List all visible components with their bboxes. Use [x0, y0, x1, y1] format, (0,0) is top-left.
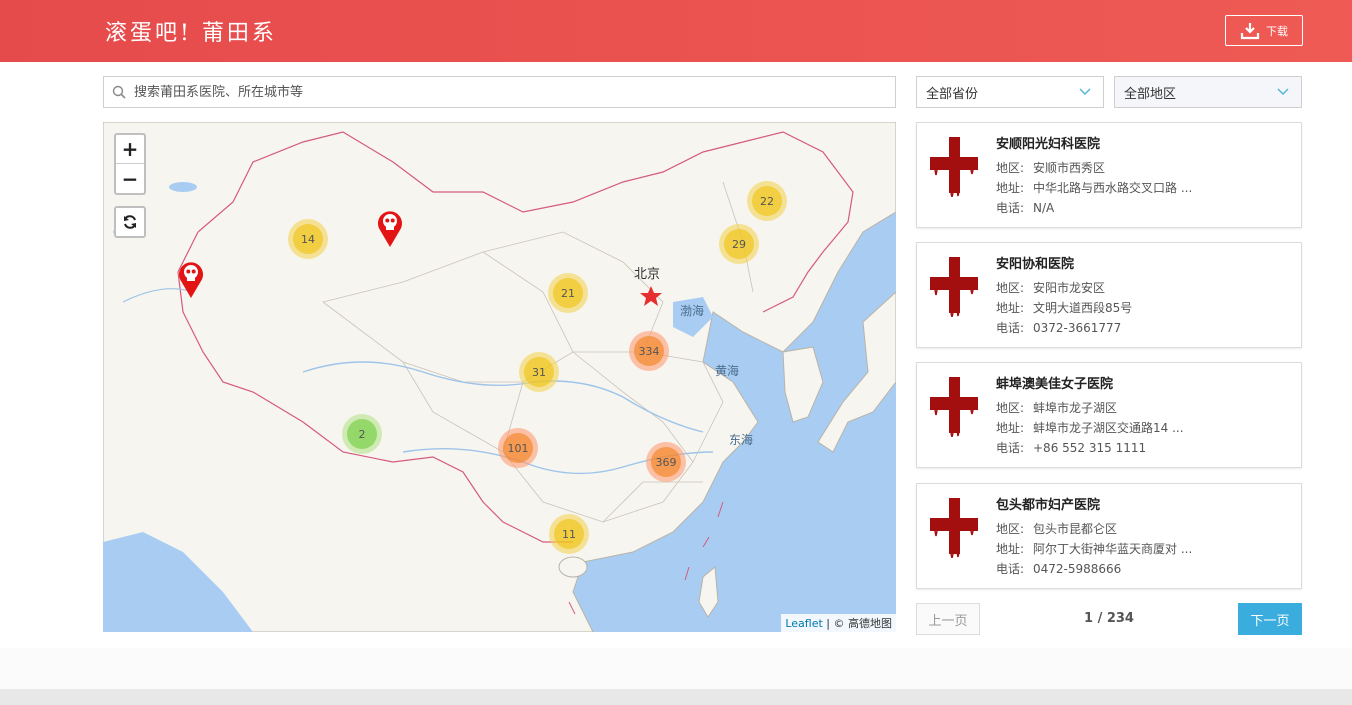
map-label-beijing: 北京: [634, 267, 661, 282]
region-select[interactable]: 全部地区: [1114, 76, 1302, 108]
next-page-button[interactable]: 下一页: [1238, 603, 1302, 635]
bloody-cross-icon: [930, 498, 978, 558]
cluster-count: 31: [524, 357, 554, 387]
province-select-value: 全部省份: [926, 86, 979, 102]
cluster-count: 2: [347, 419, 377, 449]
refresh-button[interactable]: [114, 206, 146, 238]
page-indicator: 1 / 234: [1084, 611, 1134, 626]
hospital-name: 包头都市妇产医院: [996, 498, 1101, 513]
search-icon: [104, 85, 134, 99]
map-label-bohai: 渤海: [680, 304, 705, 318]
chevron-down-icon: [1079, 88, 1091, 95]
cluster-count: 334: [634, 336, 664, 366]
hospital-region: 地区: 蚌埠市龙子湖区: [996, 401, 1118, 415]
zoom-control: + −: [114, 133, 146, 195]
attribution-text: | © 高德地图: [822, 617, 892, 630]
hospital-region: 地区: 安顺市西秀区: [996, 161, 1106, 175]
download-button[interactable]: 下载: [1225, 15, 1303, 46]
province-select[interactable]: 全部省份: [916, 76, 1104, 108]
zoom-in-button[interactable]: +: [116, 135, 144, 164]
hospital-phone: 电话: 0372-3661777: [996, 321, 1122, 335]
hospital-name: 安阳协和医院: [996, 257, 1075, 272]
cluster-count: 29: [724, 229, 754, 259]
bloody-cross-icon: [930, 257, 978, 317]
hospital-card[interactable]: 包头都市妇产医院 地区: 包头市昆都仑区 地址: 阿尔丁大街神华蓝天商厦对 ... …: [916, 483, 1302, 589]
hospital-phone: 电话: N/A: [996, 201, 1055, 215]
bloody-cross-icon: [930, 377, 978, 437]
map-label-huanghai: 黄海: [715, 364, 740, 378]
region-select-value: 全部地区: [1124, 86, 1177, 102]
map-cluster[interactable]: 14: [288, 219, 328, 259]
hospital-card[interactable]: 安顺阳光妇科医院 地区: 安顺市西秀区 地址: 中华北路与西水路交叉口路 ... 电…: [916, 122, 1302, 228]
map-cluster[interactable]: 2: [342, 414, 382, 454]
search-input[interactable]: [134, 78, 874, 106]
cluster-count: 22: [752, 186, 782, 216]
hospital-phone: 电话: +86 552 315 1111: [996, 441, 1147, 455]
pagination: 上一页 1 / 234 下一页: [916, 603, 1302, 635]
footer-bar: [0, 689, 1352, 705]
cluster-count: 14: [293, 224, 323, 254]
download-icon: [1240, 22, 1260, 39]
hospital-address: 地址: 蚌埠市龙子湖区交通路14 ...: [996, 421, 1184, 435]
hospital-name: 安顺阳光妇科医院: [996, 137, 1101, 152]
skull-marker-icon[interactable]: [177, 259, 205, 299]
cluster-count: 21: [553, 278, 583, 308]
download-label: 下载: [1266, 24, 1288, 38]
cluster-count: 369: [651, 447, 681, 477]
hospital-phone: 电话: 0472-5988666: [996, 562, 1122, 576]
prev-page-button[interactable]: 上一页: [916, 603, 980, 635]
chevron-down-icon: [1277, 88, 1289, 95]
map-cluster[interactable]: 29: [719, 224, 759, 264]
map-cluster[interactable]: 21: [548, 273, 588, 313]
map-cluster[interactable]: 11: [549, 514, 589, 554]
leaflet-link[interactable]: Leaflet: [785, 617, 822, 630]
map-cluster[interactable]: 22: [747, 181, 787, 221]
hospital-address: 地址: 文明大道西段85号: [996, 301, 1133, 315]
hospital-name: 蚌埠澳美佳女子医院: [996, 377, 1114, 392]
cluster-count: 101: [503, 433, 533, 463]
map-cluster[interactable]: 31: [519, 352, 559, 392]
header-bar: 滚蛋吧! 莆田系 下载: [0, 0, 1352, 62]
refresh-icon: [124, 215, 136, 229]
cluster-count: 11: [554, 519, 584, 549]
bloody-cross-icon: [930, 137, 978, 197]
brand-title: 滚蛋吧! 莆田系: [105, 21, 277, 46]
hospital-card[interactable]: 蚌埠澳美佳女子医院 地区: 蚌埠市龙子湖区 地址: 蚌埠市龙子湖区交通路14 ...…: [916, 362, 1302, 468]
zoom-out-button[interactable]: −: [116, 164, 144, 193]
search-box[interactable]: [103, 76, 896, 108]
hospital-region: 地区: 包头市昆都仑区: [996, 522, 1118, 536]
skull-marker-icon[interactable]: [376, 208, 404, 248]
map-view[interactable]: 北京 渤海 黄海 东海 + − 14 22 29 21 334 31 2 101…: [103, 122, 896, 632]
hospital-address: 地址: 阿尔丁大街神华蓝天商厦对 ...: [996, 542, 1193, 556]
map-label-donghai: 东海: [729, 433, 754, 447]
hospital-address: 地址: 中华北路与西水路交叉口路 ...: [996, 181, 1193, 195]
map-cluster[interactable]: 369: [646, 442, 686, 482]
map-attribution: Leaflet | © 高德地图: [781, 614, 896, 632]
hospital-region: 地区: 安阳市龙安区: [996, 281, 1106, 295]
map-cluster[interactable]: 334: [629, 331, 669, 371]
map-cluster[interactable]: 101: [498, 428, 538, 468]
hospital-card[interactable]: 安阳协和医院 地区: 安阳市龙安区 地址: 文明大道西段85号 电话: 0372-36…: [916, 242, 1302, 348]
